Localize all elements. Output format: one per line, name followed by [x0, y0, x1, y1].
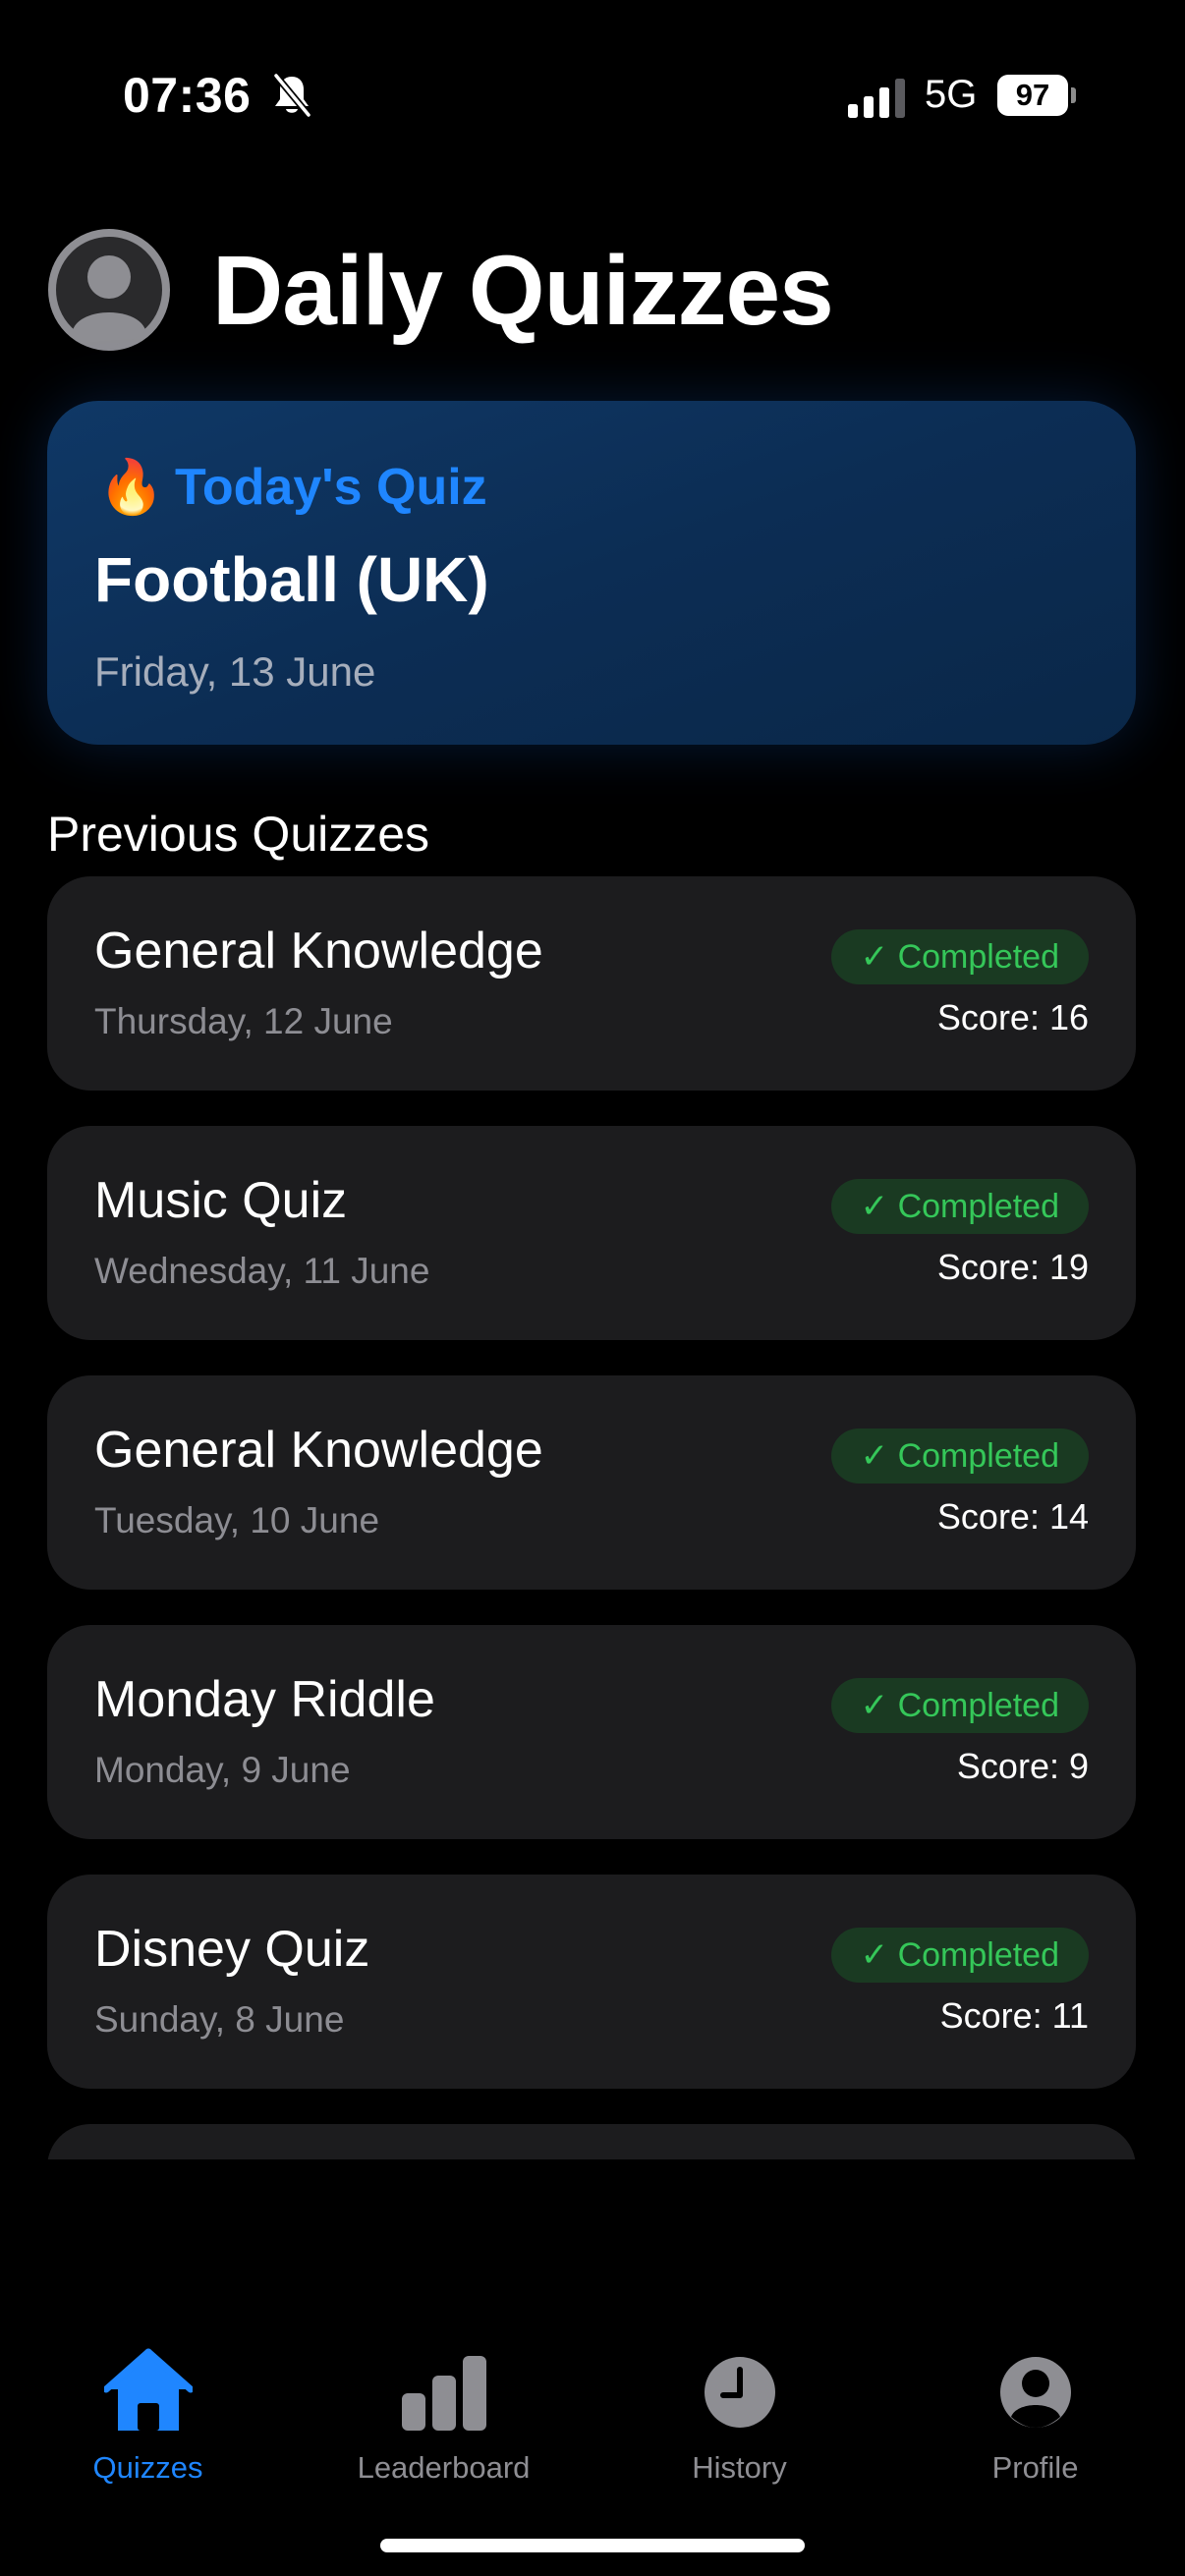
quiz-date: Sunday, 8 June [94, 1999, 345, 2040]
quiz-title: General Knowledge [94, 923, 543, 980]
completed-badge: ✓ Completed [830, 1678, 1089, 1733]
quiz-score: Score: 11 [939, 1995, 1089, 2036]
tab-label: Profile [991, 2450, 1079, 2485]
tab-history[interactable]: History [592, 2348, 887, 2505]
status-time: 07:36 [123, 68, 252, 123]
flame-icon: 🔥 [98, 458, 165, 517]
person-circle-icon[interactable] [47, 228, 171, 352]
bell-slash-icon [272, 73, 312, 118]
quiz-date: Thursday, 12 June [94, 1001, 393, 1041]
todays-quiz-title: Football (UK) [94, 544, 489, 615]
tab-label: Leaderboard [357, 2450, 531, 2485]
quiz-date: Tuesday, 10 June [94, 1500, 380, 1540]
quiz-title: Monday Riddle [94, 1671, 435, 1728]
status-bar: 07:36 5G 97 [0, 0, 1185, 187]
completed-badge: ✓ Completed [830, 1928, 1089, 1983]
tab-quizzes[interactable]: Quizzes [0, 2348, 296, 2505]
quiz-row-partial[interactable] [47, 2124, 1136, 2159]
quiz-title: Music Quiz [94, 1172, 348, 1229]
previous-quizzes-list[interactable]: General Knowledge Thursday, 12 June ✓ Co… [0, 874, 1185, 2159]
tab-bar: Quizzes Leaderboard History Profile [0, 2319, 1185, 2576]
quiz-title: General Knowledge [94, 1422, 543, 1479]
quiz-row[interactable]: Disney Quiz Sunday, 8 June ✓ Completed S… [47, 1875, 1136, 2089]
quiz-score: Score: 19 [936, 1247, 1089, 1287]
quiz-row[interactable]: Monday Riddle Monday, 9 June ✓ Completed… [47, 1625, 1136, 1839]
tab-profile[interactable]: Profile [887, 2348, 1183, 2505]
tab-label: History [692, 2450, 787, 2485]
network-label: 5G [925, 73, 978, 116]
battery-icon: 97 [997, 75, 1076, 116]
tab-leaderboard[interactable]: Leaderboard [296, 2348, 592, 2505]
quiz-score: Score: 14 [936, 1496, 1089, 1537]
tab-label: Quizzes [92, 2450, 203, 2485]
quiz-date: Wednesday, 11 June [94, 1251, 430, 1291]
previous-quizzes-heading: Previous Quizzes [47, 807, 430, 862]
bar-chart-icon [401, 2356, 486, 2431]
completed-badge: ✓ Completed [830, 1428, 1089, 1484]
battery-level: 97 [997, 75, 1068, 116]
person-circle-icon [999, 2357, 1071, 2428]
todays-quiz-card[interactable]: 🔥 Today's Quiz Football (UK) Friday, 13 … [47, 401, 1136, 745]
battery-tip [1071, 87, 1076, 103]
home-indicator [380, 2539, 805, 2552]
completed-badge: ✓ Completed [830, 929, 1089, 984]
house-icon [103, 2348, 193, 2431]
todays-quiz-label: Today's Quiz [175, 459, 487, 516]
quiz-row[interactable]: General Knowledge Thursday, 12 June ✓ Co… [47, 876, 1136, 1091]
quiz-date: Monday, 9 June [94, 1750, 351, 1790]
todays-quiz-date: Friday, 13 June [94, 648, 376, 695]
quiz-score: Score: 9 [956, 1746, 1089, 1786]
clock-icon [704, 2357, 775, 2428]
signal-icon [848, 79, 905, 118]
quiz-row[interactable]: General Knowledge Tuesday, 10 June ✓ Com… [47, 1375, 1136, 1590]
quiz-score: Score: 16 [936, 997, 1089, 1037]
page-title: Daily Quizzes [212, 236, 834, 346]
quiz-row[interactable]: Music Quiz Wednesday, 11 June ✓ Complete… [47, 1126, 1136, 1340]
quiz-title: Disney Quiz [94, 1921, 370, 1978]
completed-badge: ✓ Completed [830, 1179, 1089, 1234]
